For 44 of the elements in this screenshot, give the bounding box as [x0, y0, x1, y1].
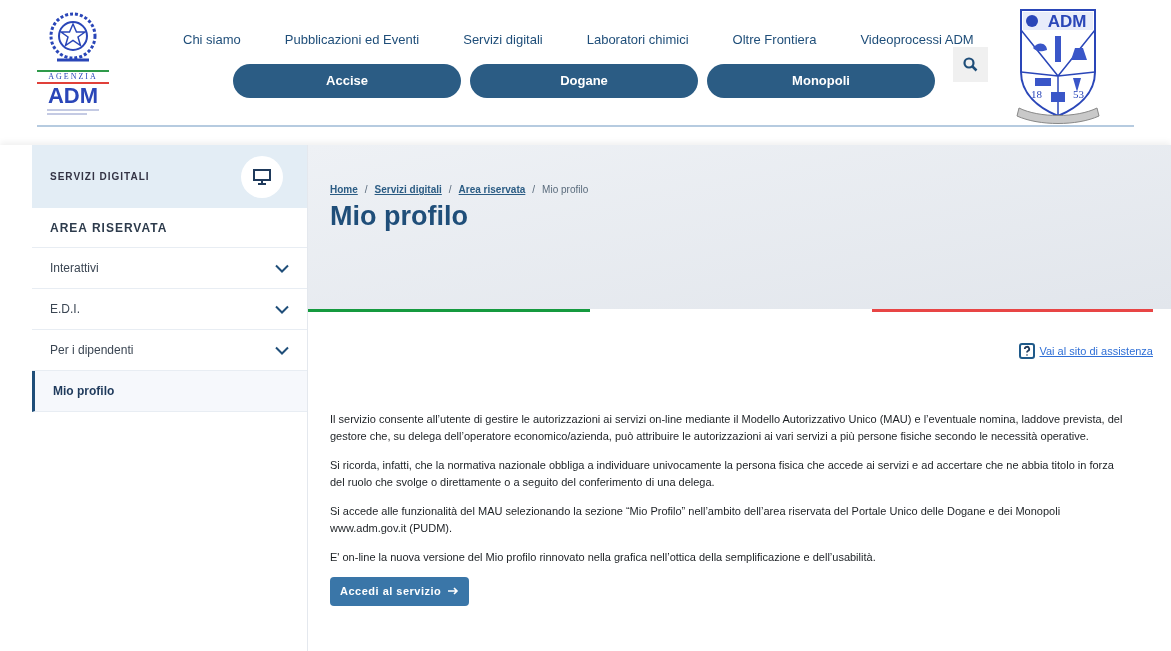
sidebar-item-label: Per i dipendenti — [50, 342, 134, 359]
body-paragraph: Il servizio consente all’utente di gestire le autorizzazioni ai servizi on-line mediante il Modello Autorizzativo Unico (MAU) e l’eventuale nomina, laddove prevista, del gestore che, su delega dell’operatore economico/azienda, può attribuire le autorizzazioni ai vari servizi a più persone fisiche secondo le necessità operative. — [330, 411, 1124, 444]
question-icon — [1019, 343, 1036, 360]
breadcrumb-current: Mio profilo — [542, 183, 589, 197]
breadcrumb-separator: / — [532, 183, 536, 197]
sidebar-item[interactable]: Interattivi — [32, 248, 307, 289]
nav-link[interactable]: Chi siamo — [183, 30, 241, 50]
arrow-right-icon — [448, 587, 460, 595]
sidebar-item-label: E.D.I. — [50, 301, 80, 318]
sidebar-item[interactable]: Mio profilo — [32, 371, 307, 412]
help-link[interactable]: Vai al sito di assistenza — [1019, 343, 1153, 360]
sidebar-item-label: Mio profilo — [53, 383, 115, 400]
nav-link[interactable]: Pubblicazioni ed Eventi — [284, 30, 420, 50]
logo-agency-text: AGENZIA — [48, 72, 98, 82]
body-paragraph: Si ricorda, infatti, che la normativa nazionale obbliga a individuare univocamente la persona fisica che accede ai servizi e ad accertare che ne abbia titolo in forza del ruolo che svolge o direttamente o a seguito del conferimento di una delega. — [330, 457, 1115, 490]
sidebar-heading: AREA RISERVATA — [50, 219, 168, 237]
breadcrumb-link[interactable]: Area riservata — [458, 182, 526, 197]
body-paragraph: Si accede alle funzionalità del MAU selezionando la sezione “Mio Profilo” nell’ambito dell’area riservata del Portale Unico delle Dogane e dei Monopoli www.adm.gov.it (PUDM). — [330, 503, 1062, 536]
search-icon — [963, 57, 978, 72]
body-paragraph: E' on-line la nuova versione del Mio profilo rinnovato nella grafica nell’ottica della semplificazione e dell’usabilità. — [330, 549, 877, 565]
sidebar-item[interactable]: E.D.I. — [32, 289, 307, 330]
breadcrumb-separator: / — [448, 183, 452, 197]
category-button[interactable]: Dogane — [470, 63, 698, 98]
category-button[interactable]: Monopoli — [707, 63, 935, 98]
crest-drawing: ADM 18 53 — [1015, 8, 1101, 124]
breadcrumb-separator: / — [364, 183, 368, 197]
access-service-button[interactable]: Accedi al servizio — [330, 576, 470, 606]
chevron-down-icon — [275, 263, 289, 273]
sidebar-section-title: SERVIZI DIGITALI — [50, 170, 150, 184]
nav-link[interactable]: Laboratori chimici — [586, 30, 689, 50]
sidebar-item-label: Interattivi — [50, 260, 99, 277]
nav-link[interactable]: Videoprocessi ADM — [860, 30, 974, 50]
agency-logo[interactable]: AGENZIA ADM — [37, 10, 109, 116]
breadcrumb-link[interactable]: Servizi digitali — [374, 182, 442, 197]
chevron-down-icon — [275, 304, 289, 314]
nav-link[interactable]: Servizi digitali — [463, 30, 543, 50]
monitor-icon — [253, 168, 271, 185]
chevron-down-icon — [275, 345, 289, 355]
search-button[interactable] — [953, 47, 988, 82]
breadcrumb-link[interactable]: Home — [330, 182, 358, 197]
category-button[interactable]: Accise — [233, 63, 461, 98]
page-title: Mio profilo — [330, 200, 469, 233]
nav-link[interactable]: Oltre Frontiera — [732, 30, 817, 50]
logo-acronym: ADM — [47, 84, 99, 108]
